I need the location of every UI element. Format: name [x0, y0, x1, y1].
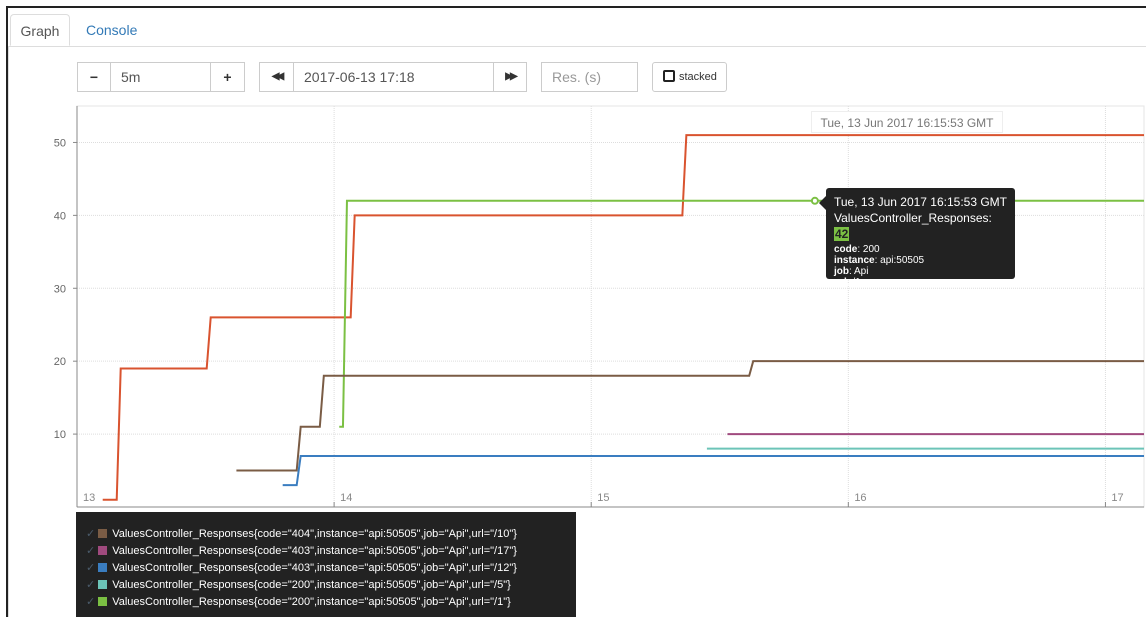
plot-area	[76, 105, 1145, 508]
y-tick-label: 30	[54, 283, 66, 295]
y-tick-label: 10	[54, 429, 66, 441]
legend-swatch	[98, 580, 108, 589]
x-tick-label: 13	[83, 492, 95, 504]
y-tick-label: 20	[54, 356, 66, 368]
tooltip-label-value: Api	[854, 266, 869, 277]
hover-point-marker	[810, 196, 819, 205]
y-tick-label: 50	[54, 137, 66, 149]
legend-label: ValuesController_Responses{code="200",in…	[112, 596, 511, 608]
tooltip-label-key: code	[834, 244, 858, 255]
legend-item[interactable]: ✓ ValuesController_Responses{code="403",i…	[76, 543, 576, 560]
tooltip-label-url: url: /1	[834, 277, 861, 288]
legend-swatch	[98, 546, 108, 555]
legend-swatch	[98, 529, 108, 538]
chart-hover	[810, 196, 819, 205]
legend-item[interactable]: ✓ ValuesController_Responses{code="404",i…	[76, 526, 576, 543]
tooltip-label-instance: instance: api:50505	[834, 255, 925, 266]
series-line	[282, 454, 1144, 487]
checkmark-icon: ✓	[86, 596, 96, 608]
tooltip-time: Tue, 13 Jun 2017 16:15:53 GMT	[834, 195, 1007, 209]
checkmark-icon: ✓	[86, 579, 96, 591]
legend-item[interactable]: ✓ ValuesController_Responses{code="200",i…	[76, 577, 576, 594]
tooltip-label-job: job: Api	[834, 266, 869, 277]
tooltip-label-key: job	[834, 266, 849, 277]
y-tick-label: 40	[54, 210, 66, 222]
x-tick-label: 15	[597, 492, 609, 504]
tooltip-label-value: /1	[852, 277, 861, 288]
checkmark-icon: ✓	[86, 528, 96, 540]
tooltip-value: 42	[834, 227, 850, 241]
legend-swatch	[98, 563, 108, 572]
tooltip-label-key: url	[834, 277, 847, 288]
tooltip-label-code: code: 200	[834, 244, 880, 255]
legend-item[interactable]: ✓ ValuesController_Responses{code="200",i…	[76, 594, 576, 611]
legend-label: ValuesController_Responses{code="200",in…	[112, 579, 511, 591]
legend-item[interactable]: ✓ ValuesController_Responses{code="403",i…	[76, 560, 576, 577]
graph-legend: ✓ ValuesController_Responses{code="404",i…	[76, 512, 576, 617]
legend-label: ValuesController_Responses{code="403",in…	[112, 562, 517, 574]
checkmark-icon: ✓	[86, 545, 96, 557]
x-tick-label: 17	[1111, 492, 1123, 504]
x-tick-label: 16	[854, 492, 866, 504]
legend-label: ValuesController_Responses{code="404",in…	[112, 528, 517, 540]
hover-time-label: Tue, 13 Jun 2017 16:15:53 GMT	[811, 111, 1003, 133]
chart-grid	[76, 105, 1145, 508]
hover-tooltip: Tue, 13 Jun 2017 16:15:53 GMT ValuesCont…	[819, 188, 1015, 288]
legend-swatch	[98, 597, 108, 606]
legend-label: ValuesController_Responses{code="403",in…	[112, 545, 517, 557]
series-line	[339, 199, 1144, 428]
tooltip-label-key: instance	[834, 255, 875, 266]
series-line	[236, 360, 1144, 472]
tooltip-metric-name: ValuesController_Responses:	[834, 211, 992, 225]
chart-axes: 10 20 30 40 50 13 14 15 16 17	[54, 106, 1144, 508]
checkmark-icon: ✓	[86, 562, 96, 574]
tooltip-label-value: api:50505	[880, 255, 925, 266]
x-tick-label: 14	[340, 492, 352, 504]
tooltip-metric: ValuesController_Responses: 42	[834, 210, 1007, 242]
tooltip-label-value: 200	[862, 244, 880, 255]
